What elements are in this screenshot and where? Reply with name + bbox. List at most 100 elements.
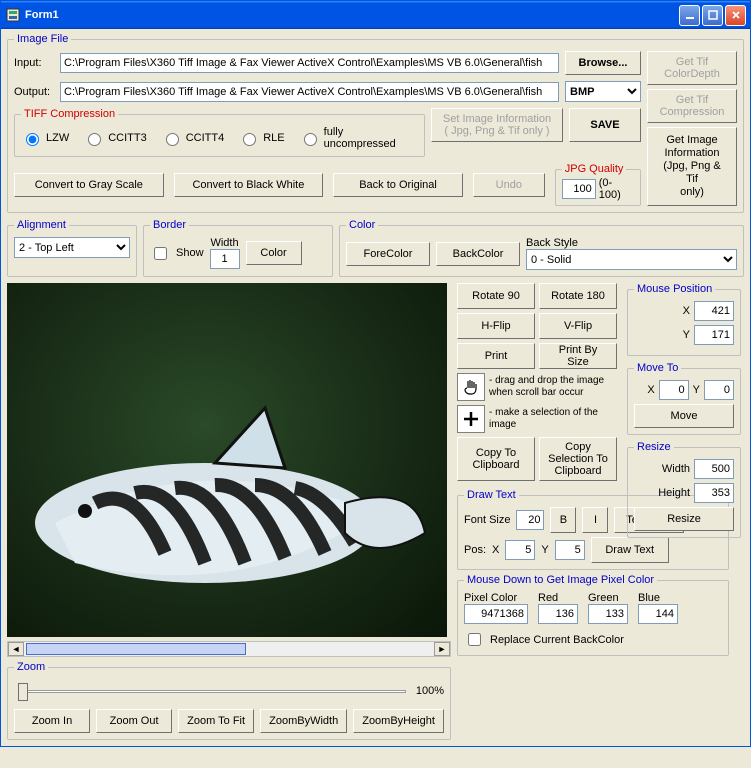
font-size-field[interactable] (516, 510, 544, 530)
pixel-color-label: Pixel Color (464, 592, 528, 604)
close-button[interactable] (725, 5, 746, 26)
tiff-option-fully-uncompressed[interactable]: fully uncompressed (299, 126, 418, 150)
draw-text-legend: Draw Text (464, 489, 519, 501)
pixel-color-group: Mouse Down to Get Image Pixel Color Pixe… (457, 574, 729, 656)
border-width-field[interactable] (210, 249, 240, 269)
move-y-label: Y (693, 384, 700, 396)
italic-button[interactable]: I (582, 507, 608, 533)
backcolor-button[interactable]: BackColor (436, 242, 520, 266)
resize-group: Resize Width Height Resize (627, 441, 741, 538)
border-show-label: Show (176, 247, 204, 259)
output-label: Output: (14, 86, 54, 98)
copy-clipboard-button[interactable]: Copy To Clipboard (457, 437, 535, 481)
drag-hint: - drag and drop the image when scroll ba… (489, 375, 621, 399)
zoom-percent: 100% (416, 685, 444, 697)
tiff-option-ccitt3[interactable]: CCITT3 (83, 130, 147, 146)
rotate-90-button[interactable]: Rotate 90 (457, 283, 535, 309)
move-x-field[interactable] (659, 380, 689, 400)
red-field[interactable] (538, 604, 578, 624)
alignment-legend: Alignment (14, 219, 69, 231)
get-tif-colordepth-button: Get Tif ColorDepth (647, 51, 737, 85)
image-viewport[interactable] (7, 283, 447, 637)
zoom-by-width-button[interactable]: ZoomByWidth (260, 709, 347, 733)
gray-scale-button[interactable]: Convert to Gray Scale (14, 173, 164, 197)
app-icon (5, 7, 21, 23)
zoom-slider[interactable] (14, 679, 410, 703)
move-button[interactable]: Move (634, 404, 734, 428)
mouse-y-label: Y (683, 329, 690, 341)
move-y-field[interactable] (704, 380, 734, 400)
red-label: Red (538, 592, 578, 604)
move-to-legend: Move To (634, 362, 681, 374)
browse-button[interactable]: Browse... (565, 51, 641, 75)
blue-field[interactable] (638, 604, 678, 624)
tiff-option-lzw[interactable]: LZW (21, 130, 69, 146)
green-field[interactable] (588, 604, 628, 624)
input-label: Input: (14, 57, 54, 69)
zoom-in-button[interactable]: Zoom In (14, 709, 90, 733)
mouse-x-field (694, 301, 734, 321)
bold-button[interactable]: B (550, 507, 576, 533)
backstyle-select[interactable]: 0 - Solid (526, 249, 737, 270)
window-title: Form1 (25, 9, 679, 21)
border-group: Border Show Width Color (143, 219, 333, 277)
resize-height-field[interactable] (694, 483, 734, 503)
resize-button[interactable]: Resize (634, 507, 734, 531)
move-to-group: Move To XY Move (627, 362, 741, 435)
forecolor-button[interactable]: ForeColor (346, 242, 430, 266)
jpg-quality-legend: JPG Quality (562, 163, 627, 175)
jpg-quality-field[interactable] (562, 179, 596, 199)
vflip-button[interactable]: V-Flip (539, 313, 617, 339)
crosshair-tool-icon[interactable] (457, 405, 485, 433)
black-white-button[interactable]: Convert to Black White (174, 173, 324, 197)
draw-text-button[interactable]: Draw Text (591, 537, 669, 563)
scroll-left-button[interactable]: ◄ (8, 642, 24, 656)
scroll-thumb[interactable] (26, 643, 246, 655)
tiff-option-ccitt4[interactable]: CCITT4 (161, 130, 225, 146)
backstyle-label: Back Style (526, 237, 737, 249)
select-hint: - make a selection of the image (489, 407, 621, 431)
pos-x-field[interactable] (505, 540, 535, 560)
color-legend: Color (346, 219, 378, 231)
input-path-field[interactable] (60, 53, 559, 73)
print-button[interactable]: Print (457, 343, 535, 369)
alignment-select[interactable]: 2 - Top Left (14, 237, 130, 258)
save-button[interactable]: SAVE (569, 108, 641, 142)
scroll-right-button[interactable]: ► (434, 642, 450, 656)
main-window: Form1 Image File Input: Browse... Output… (0, 0, 751, 747)
tiff-option-rle[interactable]: RLE (238, 130, 284, 146)
output-path-field[interactable] (60, 82, 559, 102)
image-file-legend: Image File (14, 33, 71, 45)
resize-height-label: Height (658, 487, 690, 499)
border-legend: Border (150, 219, 189, 231)
tiff-compression-group: TIFF Compression LZWCCITT3CCITT4RLEfully… (14, 108, 425, 157)
zoom-fit-button[interactable]: Zoom To Fit (178, 709, 254, 733)
undo-button: Undo (473, 173, 545, 197)
border-show-checkbox[interactable] (154, 247, 167, 260)
maximize-button[interactable] (702, 5, 723, 26)
hflip-button[interactable]: H-Flip (457, 313, 535, 339)
hand-tool-icon[interactable] (457, 373, 485, 401)
mouse-x-label: X (683, 305, 690, 317)
resize-width-field[interactable] (694, 459, 734, 479)
zoom-out-button[interactable]: Zoom Out (96, 709, 172, 733)
minimize-button[interactable] (679, 5, 700, 26)
horizontal-scrollbar[interactable]: ◄ ► (7, 641, 451, 657)
border-color-button[interactable]: Color (246, 241, 302, 265)
get-image-info-button[interactable]: Get Image Information (Jpg, Png & Tif on… (647, 127, 737, 206)
font-size-label: Font Size (464, 514, 510, 526)
titlebar[interactable]: Form1 (1, 1, 750, 29)
rotate-180-button[interactable]: Rotate 180 (539, 283, 617, 309)
replace-backcolor-label: Replace Current BackColor (490, 634, 624, 646)
pos-y-field[interactable] (555, 540, 585, 560)
output-format-select[interactable]: BMP (565, 81, 641, 102)
copy-selection-clipboard-button[interactable]: Copy Selection To Clipboard (539, 437, 617, 481)
zoom-legend: Zoom (14, 661, 48, 673)
jpg-quality-range: (0-100) (599, 177, 634, 201)
back-original-button[interactable]: Back to Original (333, 173, 463, 197)
print-by-size-button[interactable]: Print By Size (539, 343, 617, 369)
pixel-color-field[interactable] (464, 604, 528, 624)
zoom-by-height-button[interactable]: ZoomByHeight (353, 709, 444, 733)
replace-backcolor-checkbox[interactable] (468, 633, 481, 646)
fish-image (15, 403, 435, 623)
